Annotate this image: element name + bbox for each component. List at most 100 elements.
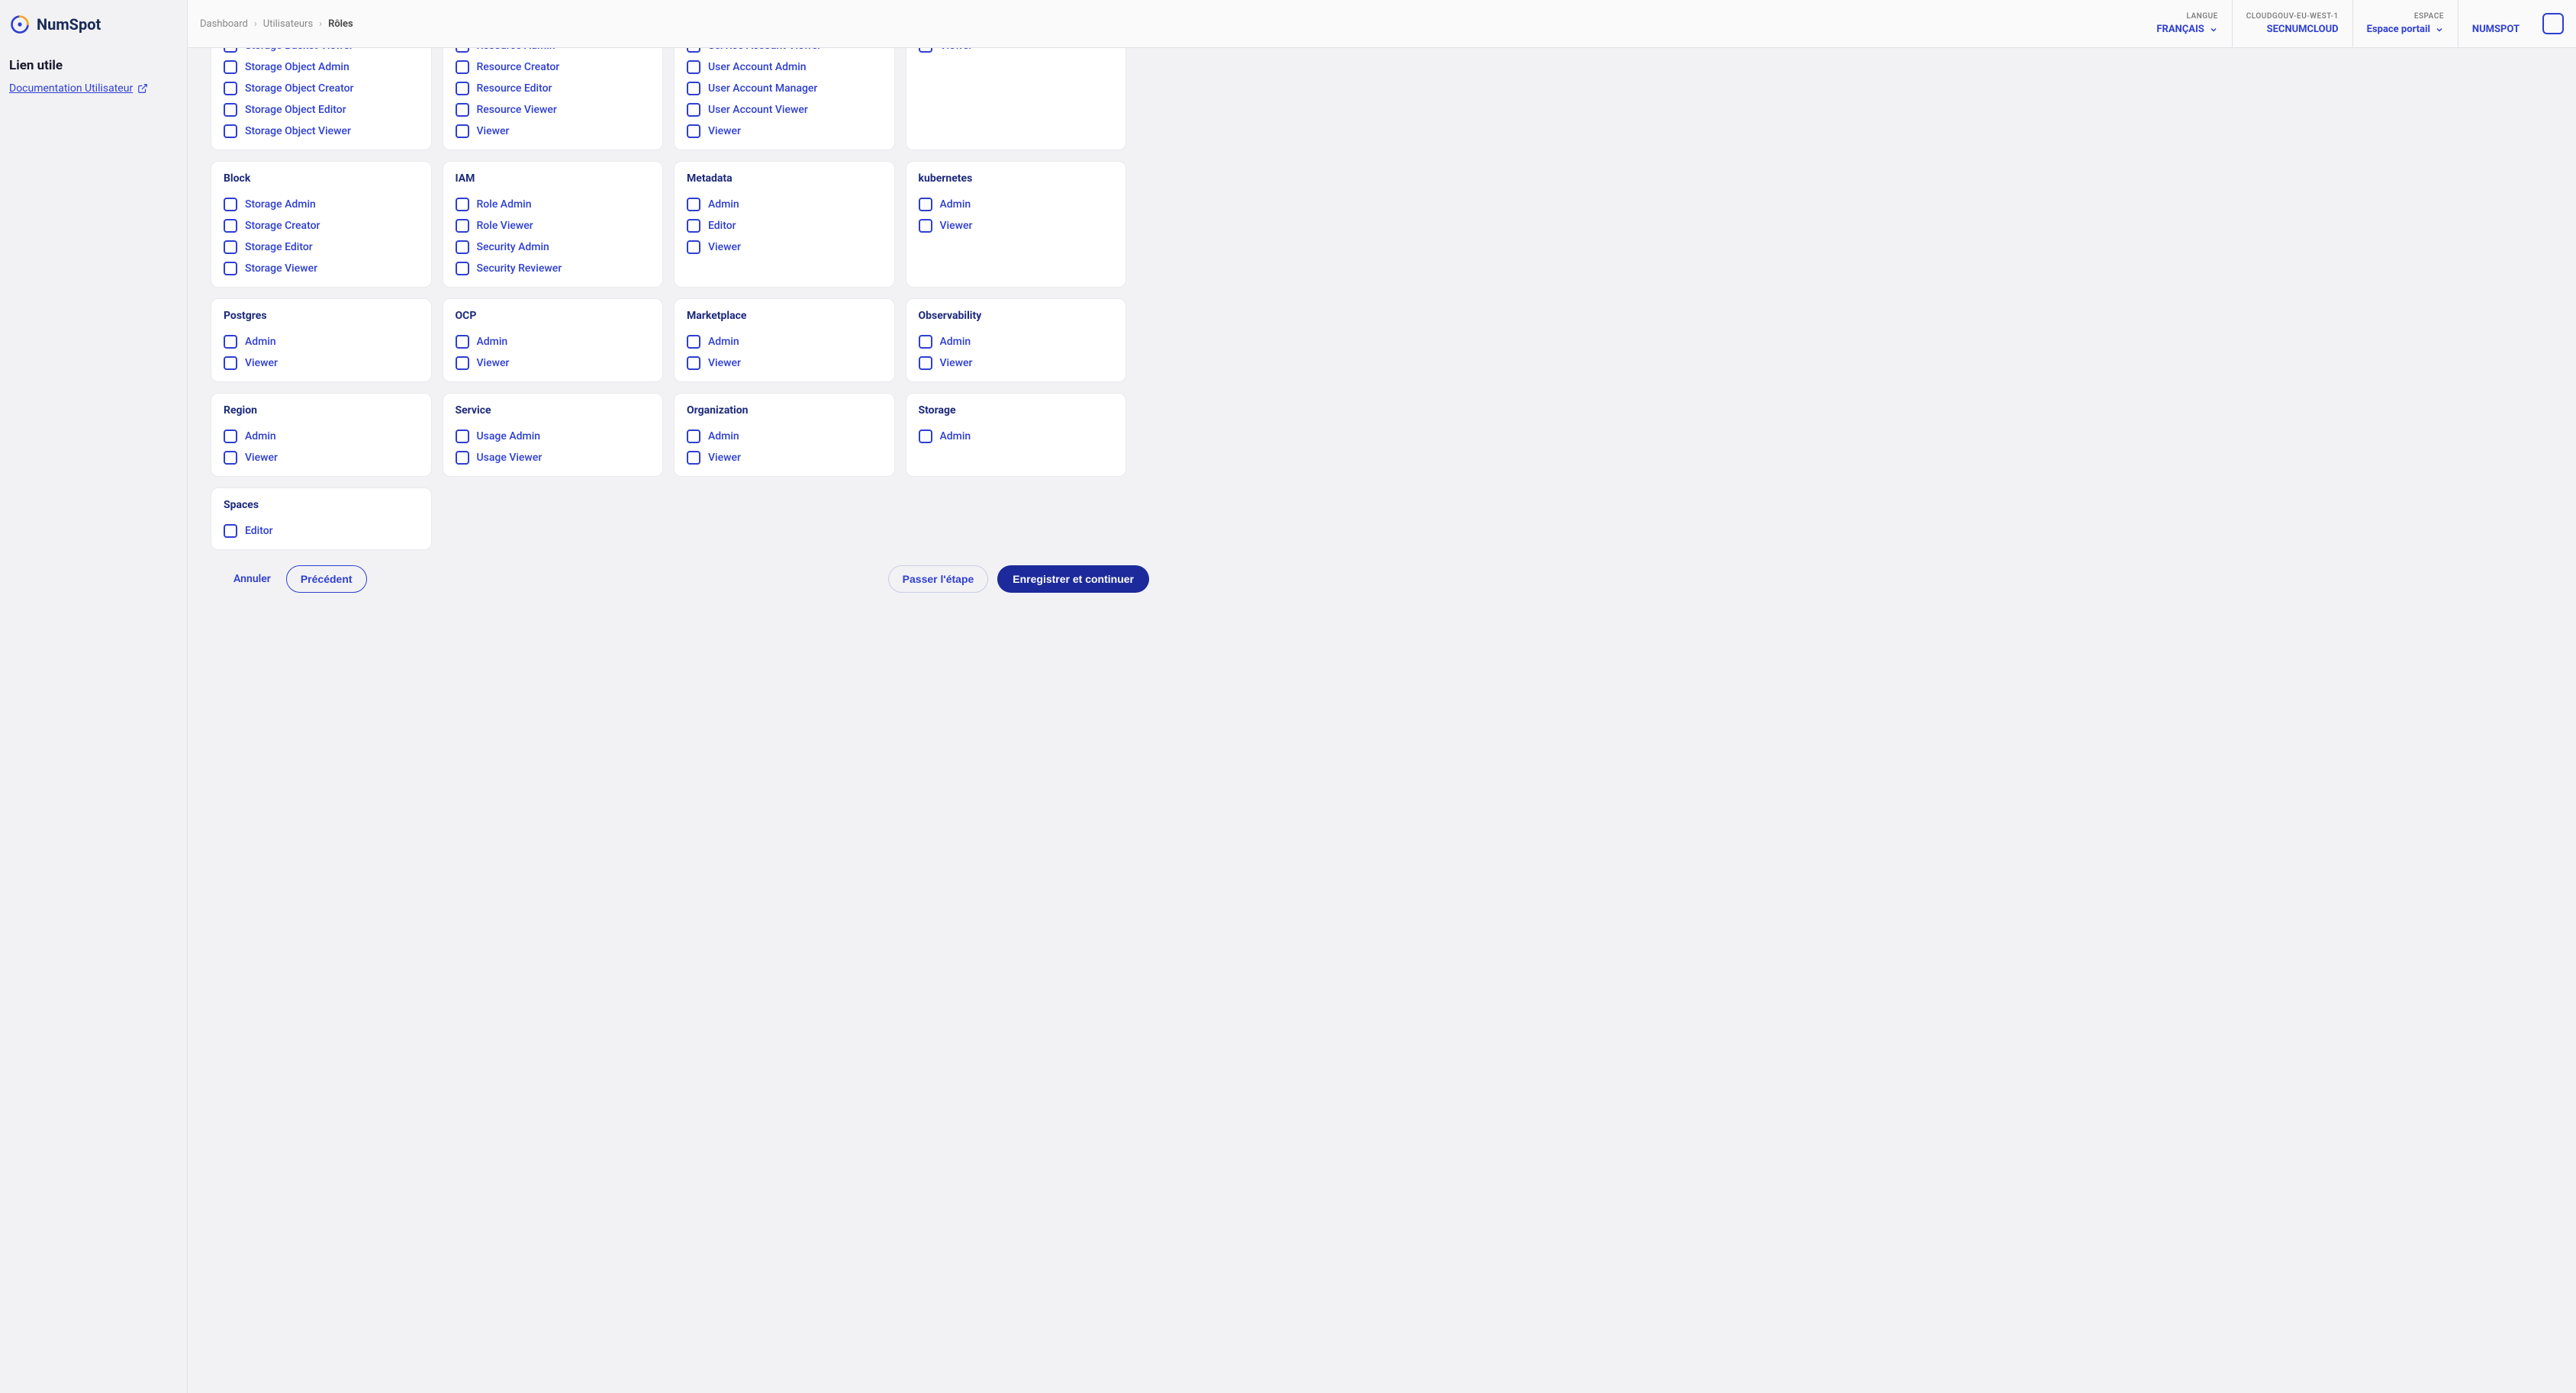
role-checkbox-row[interactable]: Resource Viewer	[456, 99, 651, 121]
crumb-dashboard[interactable]: Dashboard	[200, 18, 248, 30]
role-checkbox-row[interactable]: Viewer	[919, 352, 1114, 374]
role-checkbox-row[interactable]: Usage Admin	[456, 426, 651, 447]
role-checkbox-row[interactable]: Storage Object Admin	[224, 56, 419, 78]
role-checkbox-row[interactable]: Storage Bucket Viewer	[224, 48, 419, 56]
role-checkbox-row[interactable]: Viewer	[919, 215, 1114, 236]
avatar-block[interactable]	[2533, 0, 2564, 47]
role-checkbox-row[interactable]: Viewer	[687, 352, 882, 374]
role-checkbox-row[interactable]: Service Account Viewer	[687, 48, 882, 56]
checkbox-icon	[456, 48, 469, 53]
previous-button[interactable]: Précédent	[286, 565, 367, 593]
role-checkbox-row[interactable]: Viewer	[687, 236, 882, 258]
role-checkbox-row[interactable]: Usage Viewer	[456, 447, 651, 468]
role-checkbox-row[interactable]: User Account Viewer	[687, 99, 882, 121]
logo-icon	[9, 14, 31, 35]
role-checkbox-row[interactable]: Storage Object Creator	[224, 78, 419, 99]
main: Dashboard › Utilisateurs › Rôles LANGUE …	[187, 0, 2576, 1393]
role-checkbox-row[interactable]: Editor	[687, 215, 882, 236]
role-checkbox-row[interactable]: Viewer	[456, 121, 651, 142]
sidebar: NumSpot Lien utile Documentation Utilisa…	[0, 0, 187, 1393]
role-checkbox-row[interactable]: Viewer	[687, 447, 882, 468]
role-checkbox-row[interactable]: Admin	[224, 426, 419, 447]
role-checkbox-row[interactable]: Security Reviewer	[456, 258, 651, 279]
role-label: Security Admin	[477, 241, 549, 253]
card-title: Storage	[919, 404, 1114, 417]
checkbox-icon	[224, 451, 237, 465]
checkbox-icon	[687, 82, 700, 95]
region-value: SECNUMCLOUD	[2267, 24, 2339, 35]
checkbox-icon	[687, 124, 700, 138]
role-checkbox-row[interactable]: Admin	[919, 331, 1114, 352]
role-checkbox-row[interactable]: Storage Editor	[224, 236, 419, 258]
role-checkbox-row[interactable]: Admin	[224, 331, 419, 352]
role-checkbox-row[interactable]: Editor	[224, 520, 419, 542]
role-checkbox-row[interactable]: Admin	[456, 331, 651, 352]
card-title: Metadata	[687, 172, 882, 185]
role-checkbox-row[interactable]: Storage Admin	[224, 194, 419, 215]
role-card: Service Account ManagerService Account V…	[674, 48, 895, 150]
role-checkbox-row[interactable]: Role Viewer	[456, 215, 651, 236]
role-label: Viewer	[708, 357, 741, 369]
region-block: CLOUDGOUV-EU-WEST-1 SECNUMCLOUD	[2232, 0, 2352, 47]
role-checkbox-row[interactable]: Role Admin	[456, 194, 651, 215]
checkbox-icon	[456, 103, 469, 117]
chevron-right-icon: ›	[254, 18, 257, 30]
role-checkbox-row[interactable]: Admin	[687, 426, 882, 447]
save-continue-button[interactable]: Enregistrer et continuer	[997, 565, 1149, 593]
role-checkbox-row[interactable]: Viewer	[919, 48, 1114, 56]
role-checkbox-row[interactable]: Viewer	[224, 447, 419, 468]
role-grid: Storage Bucket EditorStorage Bucket View…	[211, 48, 1126, 550]
checkbox-icon	[224, 198, 237, 211]
role-checkbox-row[interactable]: Resource Admin	[456, 48, 651, 56]
role-label: Admin	[477, 336, 508, 348]
role-checkbox-row[interactable]: Viewer	[687, 121, 882, 142]
card-title: Region	[224, 404, 419, 417]
skip-button[interactable]: Passer l'étape	[888, 565, 989, 593]
checkbox-icon	[224, 240, 237, 254]
language-selector[interactable]: LANGUE FRANÇAIS	[2143, 0, 2231, 47]
checkbox-icon	[224, 335, 237, 349]
role-checkbox-row[interactable]: Viewer	[456, 352, 651, 374]
role-checkbox-row[interactable]: Resource Creator	[456, 56, 651, 78]
chevron-down-icon	[2435, 25, 2444, 34]
role-checkbox-row[interactable]: Admin	[919, 426, 1114, 447]
role-checkbox-row[interactable]: User Account Manager	[687, 78, 882, 99]
checkbox-icon	[224, 356, 237, 370]
role-checkbox-row[interactable]: Security Admin	[456, 236, 651, 258]
role-checkbox-row[interactable]: Storage Viewer	[224, 258, 419, 279]
role-checkbox-row[interactable]: Viewer	[224, 352, 419, 374]
logo[interactable]: NumSpot	[9, 14, 178, 35]
role-checkbox-row[interactable]: Admin	[687, 194, 882, 215]
role-card: DeleterResource AdminResource CreatorRes…	[443, 48, 664, 150]
checkbox-icon	[456, 335, 469, 349]
cancel-button[interactable]: Annuler	[233, 573, 271, 585]
role-checkbox-row[interactable]: User Account Admin	[687, 56, 882, 78]
role-checkbox-row[interactable]: Admin	[919, 194, 1114, 215]
role-card: Metadata AdminEditorViewer	[674, 161, 895, 288]
card-title: IAM	[456, 172, 651, 185]
role-checkbox-row[interactable]: Storage Object Viewer	[224, 121, 419, 142]
role-checkbox-row[interactable]: Admin	[687, 331, 882, 352]
role-card: ServiceUsage AdminUsage Viewer	[443, 393, 664, 477]
card-title: kubernetes	[919, 172, 1114, 185]
checkbox-icon	[687, 60, 700, 74]
content: Storage Bucket EditorStorage Bucket View…	[188, 48, 2576, 1393]
role-checkbox-row[interactable]: Storage Object Editor	[224, 99, 419, 121]
checkbox-icon	[224, 262, 237, 275]
doc-link[interactable]: Documentation Utilisateur	[9, 82, 178, 95]
role-label: Admin	[708, 336, 739, 348]
crumb-users[interactable]: Utilisateurs	[263, 18, 313, 30]
role-checkbox-row[interactable]: Storage Creator	[224, 215, 419, 236]
checkbox-icon	[687, 335, 700, 349]
checkbox-icon	[919, 429, 932, 443]
role-label: Viewer	[708, 452, 741, 464]
card-title: OCP	[456, 310, 651, 322]
space-selector[interactable]: ESPACE Espace portail	[2352, 0, 2458, 47]
checkbox-icon	[687, 356, 700, 370]
checkbox-icon	[456, 60, 469, 74]
role-checkbox-row[interactable]: Resource Editor	[456, 78, 651, 99]
checkbox-icon	[224, 82, 237, 95]
checkbox-icon	[224, 219, 237, 233]
doc-link-label: Documentation Utilisateur	[9, 82, 133, 95]
chevron-right-icon: ›	[319, 18, 322, 30]
